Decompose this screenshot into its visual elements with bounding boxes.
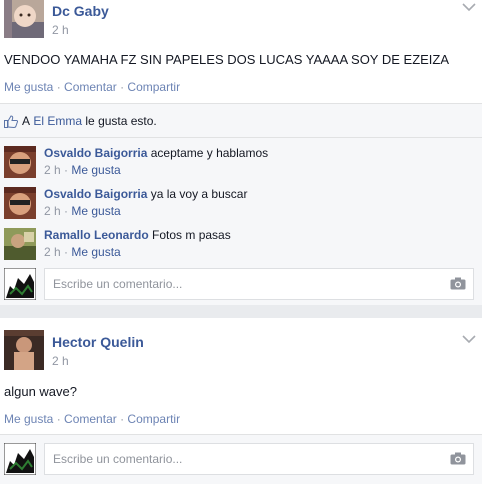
comment-like-link[interactable]: Me gusta [71, 204, 120, 218]
separator: · [56, 80, 61, 94]
comment: Osvaldo Baigorria aceptame y hablamos 2 … [4, 144, 474, 180]
comment-text: ya la voy a buscar [150, 187, 248, 201]
comment-input[interactable]: Escribe un comentario... [44, 443, 474, 475]
commenter-avatar[interactable] [4, 228, 36, 260]
comment: Ramallo Leonardo Fotos m pasas 2 h · Me … [4, 226, 474, 262]
post-actions: Me gusta · Comentar · Compartir [4, 80, 180, 94]
post-card: Hector Quelin 2 h algun wave? Me gusta ·… [0, 318, 482, 484]
thumbs-up-icon [4, 114, 18, 128]
comment-timestamp[interactable]: 2 h [44, 163, 61, 177]
author-name[interactable]: Hector Quelin [52, 334, 144, 350]
commenter-avatar[interactable] [4, 187, 36, 219]
like-user-link[interactable]: El Emma [33, 114, 82, 128]
post-text: VENDOO YAMAHA FZ SIN PAPELES DOS LUCAS Y… [4, 52, 450, 67]
write-comment-row: Escribe un comentario... [3, 442, 478, 477]
separator: · [64, 204, 69, 218]
post-timestamp[interactable]: 2 h [52, 354, 69, 368]
divider [0, 137, 482, 138]
likes-summary: A El Emma le gusta esto. [4, 114, 157, 128]
comment-meta: 2 h · Me gusta [44, 204, 121, 218]
comment-like-link[interactable]: Me gusta [71, 163, 120, 177]
chevron-down-icon[interactable] [462, 2, 476, 12]
comment-body: Ramallo Leonardo Fotos m pasas [44, 228, 231, 242]
comment-link[interactable]: Comentar [64, 80, 117, 94]
camera-icon[interactable] [450, 452, 466, 465]
author-avatar[interactable] [4, 330, 44, 370]
comment-like-link[interactable]: Me gusta [71, 245, 120, 259]
commenter-avatar[interactable] [4, 146, 36, 178]
comment-body: Osvaldo Baigorria aceptame y hablamos [44, 146, 268, 160]
author-name[interactable]: Dc Gaby [52, 3, 109, 19]
post-text: algun wave? [4, 384, 77, 399]
separator: · [56, 412, 61, 426]
separator: · [64, 163, 69, 177]
comment-author[interactable]: Osvaldo Baigorria [44, 187, 147, 201]
comment-timestamp[interactable]: 2 h [44, 245, 61, 259]
comment-body: Osvaldo Baigorria ya la voy a buscar [44, 187, 247, 201]
comment-meta: 2 h · Me gusta [44, 245, 121, 259]
comment-author[interactable]: Ramallo Leonardo [44, 228, 149, 242]
comment-text: Fotos m pasas [152, 228, 231, 242]
comment-meta: 2 h · Me gusta [44, 163, 121, 177]
current-user-avatar [3, 267, 37, 301]
post-card: Dc Gaby 2 h VENDOO YAMAHA FZ SIN PAPELES… [0, 0, 482, 305]
camera-icon[interactable] [450, 277, 466, 290]
separator: · [64, 245, 69, 259]
comment-link[interactable]: Comentar [64, 412, 117, 426]
comment: Osvaldo Baigorria ya la voy a buscar 2 h… [4, 185, 474, 221]
comments-panel: A El Emma le gusta esto. Osvaldo Baigorr… [0, 103, 482, 305]
post-timestamp[interactable]: 2 h [52, 23, 69, 37]
author-avatar[interactable] [4, 0, 44, 38]
chevron-down-icon[interactable] [462, 334, 476, 344]
separator: · [120, 412, 125, 426]
like-link[interactable]: Me gusta [4, 412, 53, 426]
comment-text: aceptame y hablamos [150, 146, 269, 160]
likes-suffix: le gusta esto. [85, 114, 157, 128]
comments-panel: Escribe un comentario... [0, 434, 482, 484]
current-user-avatar [3, 442, 37, 476]
comment-input[interactable]: Escribe un comentario... [44, 268, 474, 300]
separator: · [120, 80, 125, 94]
like-link[interactable]: Me gusta [4, 80, 53, 94]
share-link[interactable]: Compartir [127, 412, 180, 426]
likes-prefix: A [22, 114, 31, 128]
share-link[interactable]: Compartir [127, 80, 180, 94]
post-actions: Me gusta · Comentar · Compartir [4, 412, 180, 426]
write-comment-row: Escribe un comentario... [3, 267, 478, 302]
comment-timestamp[interactable]: 2 h [44, 204, 61, 218]
comment-author[interactable]: Osvaldo Baigorria [44, 146, 147, 160]
